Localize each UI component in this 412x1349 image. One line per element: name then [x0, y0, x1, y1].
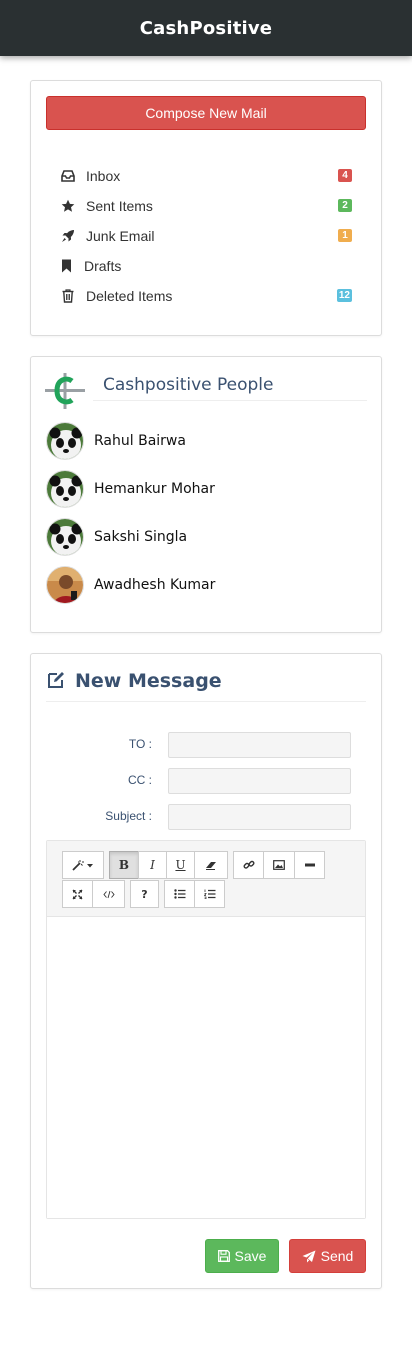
picture-icon: [273, 860, 285, 870]
ordered-list-button[interactable]: [194, 880, 225, 908]
folder-label: Inbox: [86, 168, 121, 184]
code-view-button[interactable]: [92, 880, 125, 908]
folder-label: Junk Email: [86, 228, 155, 244]
clear-format-button[interactable]: [194, 851, 228, 879]
person-item[interactable]: Awadhesh Kumar: [46, 565, 215, 605]
folder-list: Inbox 4 Sent Items 2 Junk Email 1 Drafts: [46, 161, 366, 311]
cashpositive-logo: [45, 373, 85, 409]
save-button[interactable]: Save: [205, 1239, 279, 1273]
person-item[interactable]: Sakshi Singla: [46, 517, 187, 557]
question-icon: ?: [141, 887, 148, 901]
numbered-list-icon: [203, 889, 215, 899]
eraser-icon: [206, 862, 216, 870]
italic-button[interactable]: I: [138, 851, 167, 879]
avatar: [46, 518, 84, 556]
avatar: [46, 566, 84, 604]
send-button[interactable]: Send: [289, 1239, 366, 1273]
unordered-list-button[interactable]: [164, 880, 195, 908]
app-title: CashPositive: [139, 17, 273, 39]
new-message-panel: New Message TO : CC : Subject : B I U ? …: [30, 653, 382, 1289]
subject-row: Subject :: [46, 804, 366, 830]
magic-wand-icon: [72, 860, 93, 871]
mailbox-panel: Compose New Mail Inbox 4 Sent Items 2 Ju…: [30, 80, 382, 336]
folder-label: Deleted Items: [86, 288, 173, 304]
horizontal-rule-button[interactable]: [294, 851, 325, 879]
count-badge: 2: [338, 199, 352, 212]
avatar: [46, 470, 84, 508]
link-button[interactable]: [233, 851, 264, 879]
unread-count-badge: 4: [338, 169, 352, 182]
to-row: TO :: [46, 732, 366, 758]
person-name: Hemankur Mohar: [94, 481, 215, 497]
avatar: [46, 422, 84, 460]
underline-button[interactable]: U: [166, 851, 195, 879]
subject-input[interactable]: [168, 804, 351, 830]
to-input[interactable]: [168, 732, 351, 758]
send-paper-plane-icon: [302, 1250, 316, 1263]
person-item[interactable]: Hemankur Mohar: [46, 469, 215, 509]
editor-toolbar: B I U ?: [47, 841, 365, 917]
fullscreen-button[interactable]: [62, 880, 93, 908]
subject-label: Subject :: [105, 809, 152, 823]
people-title-bar: Cashpositive People: [93, 371, 367, 401]
minus-icon: [304, 863, 315, 867]
folder-label: Sent Items: [86, 198, 153, 214]
folder-drafts[interactable]: Drafts: [46, 251, 366, 281]
bookmark-icon: [58, 258, 74, 274]
new-message-title: New Message: [75, 670, 222, 692]
rocket-icon: [60, 228, 76, 244]
people-header: Cashpositive People: [45, 371, 367, 411]
link-icon: [242, 860, 255, 869]
to-label: TO :: [128, 737, 152, 751]
image-button[interactable]: [263, 851, 295, 879]
style-dropdown-button[interactable]: [62, 851, 104, 879]
folder-deleted-items[interactable]: Deleted Items 12: [46, 281, 366, 311]
folder-label: Drafts: [84, 258, 122, 274]
new-message-header: New Message: [46, 670, 366, 702]
star-icon: [60, 198, 76, 214]
floppy-disk-icon: [217, 1250, 230, 1262]
bold-button[interactable]: B: [109, 851, 139, 879]
top-navbar: CashPositive: [0, 0, 412, 56]
folder-junk-email[interactable]: Junk Email 1: [46, 221, 366, 251]
underline-label: U: [175, 858, 186, 872]
people-title: Cashpositive People: [103, 375, 274, 395]
people-panel: Cashpositive People Rahul Bairwa Hemanku…: [30, 356, 382, 633]
cc-label: CC :: [128, 773, 152, 787]
person-name: Rahul Bairwa: [94, 433, 186, 449]
cc-row: CC :: [46, 768, 366, 794]
help-button[interactable]: ?: [130, 880, 159, 908]
send-label: Send: [320, 1248, 354, 1264]
fullscreen-icon: [72, 889, 83, 899]
bullet-list-icon: [173, 889, 185, 899]
compose-new-mail-button[interactable]: Compose New Mail: [46, 96, 366, 130]
cc-input[interactable]: [168, 768, 351, 794]
message-body-editor[interactable]: [47, 917, 365, 1218]
person-item[interactable]: Rahul Bairwa: [46, 421, 186, 461]
folder-sent-items[interactable]: Sent Items 2: [46, 191, 366, 221]
inbox-icon: [60, 168, 76, 184]
count-badge: 1: [338, 229, 352, 242]
person-name: Sakshi Singla: [94, 529, 188, 545]
count-badge: 12: [336, 289, 352, 302]
edit-icon: [48, 672, 64, 688]
person-name: Awadhesh Kumar: [94, 577, 216, 593]
folder-inbox[interactable]: Inbox 4: [46, 161, 366, 191]
italic-label: I: [150, 858, 155, 872]
bold-label: B: [118, 858, 130, 872]
code-icon: [102, 890, 115, 898]
rich-text-editor: B I U ?: [46, 840, 366, 1219]
trash-icon: [60, 288, 76, 304]
save-label: Save: [234, 1248, 267, 1264]
